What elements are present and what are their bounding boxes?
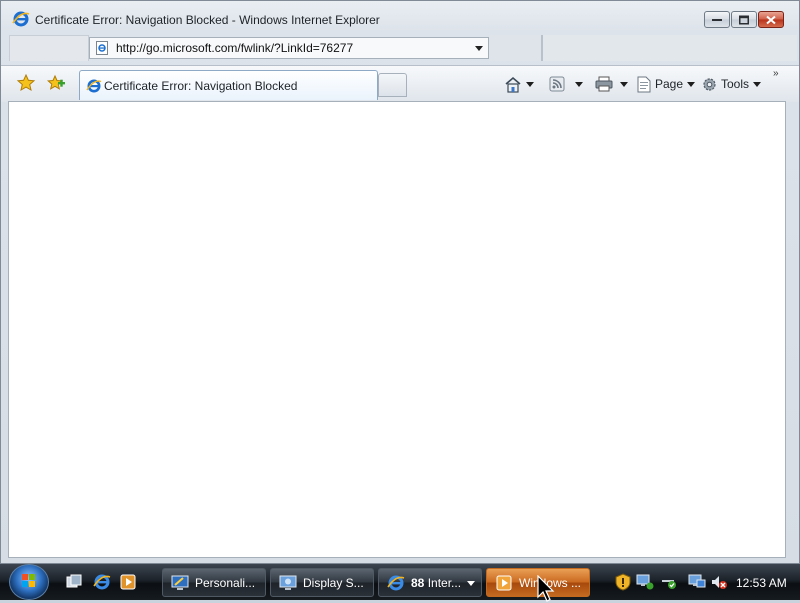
printer-icon [595, 76, 613, 92]
ie-page-icon [86, 78, 102, 94]
show-desktop-icon[interactable] [65, 573, 83, 591]
ie-window: Certificate Error: Navigation Blocked - … [0, 0, 800, 564]
address-bar-blank-area [489, 35, 541, 61]
address-row: http://go.microsoft.com/fwlink/?LinkId=7… [1, 35, 799, 63]
group-dropdown-icon [467, 581, 475, 586]
feeds-button[interactable] [549, 74, 583, 94]
tools-dropdown-icon [753, 81, 762, 87]
window-title: Certificate Error: Navigation Blocked - … [35, 13, 380, 27]
print-button[interactable] [595, 74, 628, 94]
system-clock[interactable]: 12:53 AM [736, 576, 787, 590]
home-dropdown-icon[interactable] [526, 81, 534, 87]
sync-center-icon[interactable] [660, 573, 678, 591]
windows-logo-icon [22, 574, 35, 587]
minimize-button[interactable] [704, 11, 730, 28]
display-settings-icon [279, 574, 297, 592]
more-commands-chevron-icon[interactable]: » [773, 68, 779, 79]
close-icon [766, 15, 776, 24]
title-bar[interactable]: Certificate Error: Navigation Blocked - … [1, 1, 799, 35]
tab-label: Certificate Error: Navigation Blocked [104, 79, 298, 93]
new-tab-button[interactable] [378, 73, 407, 97]
maximize-button[interactable] [731, 11, 757, 28]
taskbar-button-label: Display S... [303, 576, 364, 590]
taskbar-button-personalization[interactable]: Personali... [162, 568, 266, 597]
page-icon [95, 41, 109, 55]
home-icon [505, 76, 521, 93]
notification-area: 12:53 AM [610, 568, 800, 597]
start-button[interactable] [9, 564, 49, 600]
feeds-dropdown-icon[interactable] [575, 81, 583, 87]
taskbar-button-label: Personali... [195, 576, 256, 590]
page-dropdown-icon [687, 81, 696, 87]
search-box-area[interactable] [543, 35, 797, 61]
ie-icon [387, 574, 405, 592]
media-player-icon [495, 574, 513, 592]
window-count-badge: 88 [411, 576, 425, 590]
page-menu-label: Page [655, 77, 684, 91]
address-url[interactable]: http://go.microsoft.com/fwlink/?LinkId=7… [116, 41, 353, 55]
command-bar: Certificate Error: Navigation Blocked Pa… [1, 65, 799, 102]
page-menu-button[interactable]: Page [636, 74, 696, 94]
network-status-icon[interactable] [636, 573, 654, 591]
page-icon [637, 76, 651, 92]
tools-menu-label: Tools [721, 77, 750, 91]
home-button[interactable] [504, 74, 534, 94]
feeds-icon [549, 76, 565, 92]
mouse-cursor-icon [537, 575, 555, 602]
personalize-icon [171, 574, 189, 592]
gear-icon [703, 77, 716, 91]
taskbar: Personali... Display S... 88 Inter... Wi… [0, 564, 800, 600]
tools-menu-button[interactable]: Tools [701, 74, 762, 94]
close-button[interactable] [758, 11, 784, 28]
ie-logo-icon [12, 10, 30, 28]
navigation-buttons-area[interactable] [9, 35, 89, 61]
taskbar-button-label: Inter... [427, 576, 462, 590]
add-to-favorites-button[interactable] [46, 74, 66, 92]
taskbar-button-display-settings[interactable]: Display S... [270, 568, 374, 597]
print-dropdown-icon[interactable] [620, 81, 628, 87]
favorites-star-icon [16, 73, 36, 92]
add-favorite-icon [46, 74, 65, 90]
security-shield-icon[interactable] [614, 573, 632, 591]
network-connection-icon[interactable] [688, 573, 706, 591]
media-player-quicklaunch-icon[interactable] [119, 573, 137, 591]
internet-explorer-quicklaunch-icon[interactable] [93, 573, 111, 591]
address-dropdown-icon[interactable] [475, 46, 483, 51]
tab-certificate-error[interactable]: Certificate Error: Navigation Blocked [79, 70, 378, 100]
taskbar-button-internet-explorer-group[interactable]: 88 Inter... [378, 568, 482, 597]
address-bar[interactable]: http://go.microsoft.com/fwlink/?LinkId=7… [89, 37, 489, 59]
favorites-center-button[interactable] [16, 73, 36, 92]
volume-muted-icon[interactable] [710, 573, 728, 591]
page-content-area[interactable] [8, 101, 786, 558]
